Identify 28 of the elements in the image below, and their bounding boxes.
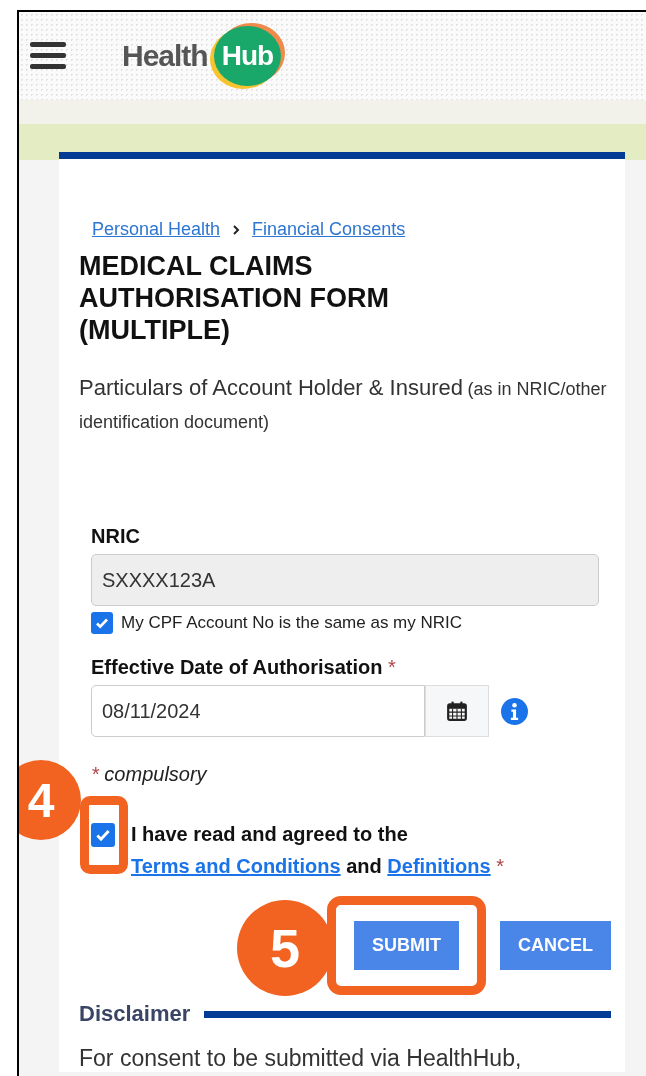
section-heading: Particulars of Account Holder & Insured (as in NRIC/other identification document) (79, 374, 608, 434)
form-button[interactable]: CANCEL (500, 921, 611, 970)
compulsory-note: compulsory (104, 763, 207, 785)
info-icon[interactable] (501, 697, 528, 725)
required-mark: * (91, 763, 99, 785)
breadcrumb-link[interactable]: Financial Consents (252, 219, 406, 240)
definitions-link[interactable]: Definitions (387, 855, 491, 877)
logo-text: Health (122, 39, 208, 73)
date-field[interactable]: 08/11/2024 (91, 685, 425, 737)
step-badge: 4 (19, 760, 81, 840)
checkbox[interactable] (91, 823, 115, 847)
terms-link[interactable]: Terms and Conditions (131, 855, 341, 877)
breadcrumb-link[interactable]: Personal Health (92, 219, 221, 240)
field-label: NRIC (91, 525, 141, 548)
checkbox-label: My CPF Account No is the same as my NRIC (121, 613, 463, 633)
logo-badge: Hub (213, 26, 282, 86)
calendar-button[interactable] (425, 685, 489, 737)
calendar-icon (446, 700, 468, 722)
checkbox[interactable] (91, 612, 113, 634)
menu-icon[interactable] (30, 41, 66, 71)
form-button[interactable]: SUBMIT (354, 921, 459, 970)
form-title: MEDICAL CLAIMS AUTHORISATION FORM (MULTIPLE) (79, 250, 390, 346)
section-heading: Disclaimer (79, 1001, 191, 1027)
agreement-text: I have read and agreed to the Terms and Conditions and Definitions * (131, 822, 505, 879)
field-label: Effective Date of Authorisation (91, 656, 383, 678)
required-mark: * (388, 656, 396, 678)
chevron-icon (232, 224, 241, 235)
disclaimer-text: For consent to be submitted via HealthHub, (79, 1045, 523, 1072)
